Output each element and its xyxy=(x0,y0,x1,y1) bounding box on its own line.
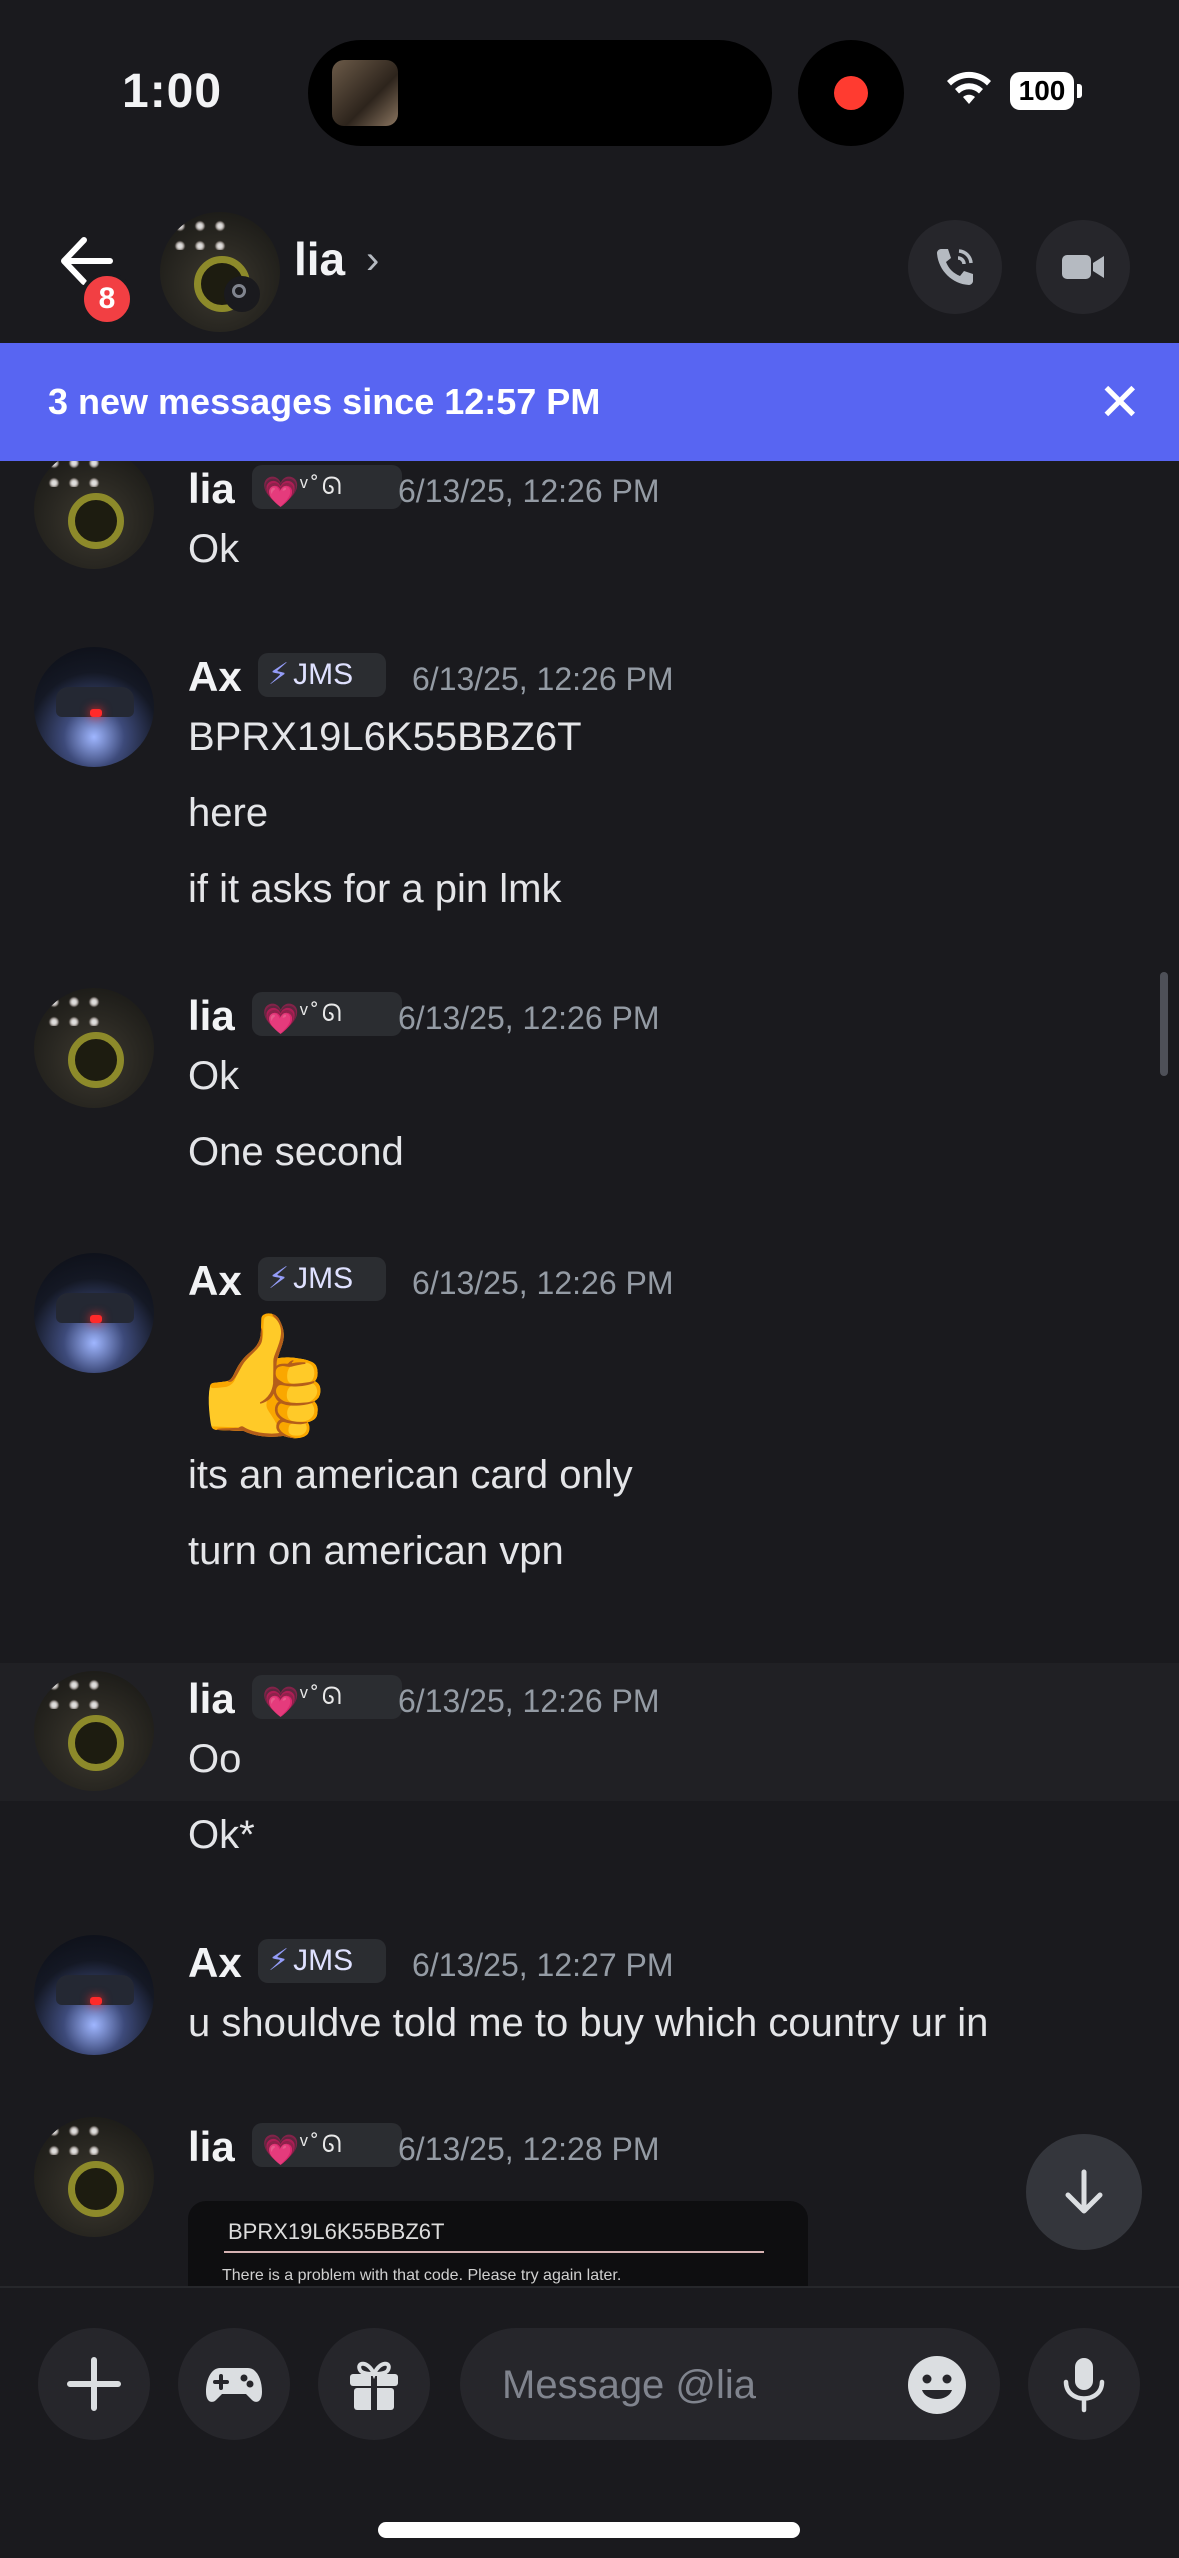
server-tag: 💗 ᵛ˚ᘏ xyxy=(252,2123,402,2167)
username[interactable]: Ax xyxy=(188,1257,242,1305)
unread-badge: 8 xyxy=(80,272,134,326)
phone-call-icon xyxy=(937,249,973,285)
avatar[interactable] xyxy=(34,647,154,767)
server-tag: 💗 ᵛ˚ᘏ xyxy=(252,1675,402,1719)
close-icon[interactable]: ✕ xyxy=(1098,373,1142,433)
gift-button[interactable] xyxy=(318,2328,430,2440)
tag-text: JMS xyxy=(293,658,354,691)
username[interactable]: Ax xyxy=(188,653,242,701)
timestamp: 6/13/25, 12:28 PM xyxy=(398,2131,660,2167)
jump-to-present-button[interactable] xyxy=(1026,2134,1142,2250)
tag-text: JMS xyxy=(293,1262,354,1295)
dm-header: 8 lia › xyxy=(0,190,1179,340)
tag-decoration: ᵛ˚ᘏ xyxy=(300,473,345,500)
message-text: Ok* xyxy=(188,1813,255,1857)
avatar[interactable] xyxy=(34,1253,154,1373)
now-playing-thumbnail xyxy=(332,60,398,126)
attachment-divider xyxy=(224,2251,764,2253)
video-call-button[interactable] xyxy=(1036,220,1130,314)
video-camera-icon xyxy=(1062,255,1104,279)
battery-indicator: 100 xyxy=(1010,72,1082,110)
server-tag: 💗 ᵛ˚ᘏ xyxy=(252,992,402,1036)
server-tag: 💗 ᵛ˚ᘏ xyxy=(252,465,402,509)
message-text: Ok xyxy=(188,1054,240,1098)
heart-icon: 💗 xyxy=(262,476,300,509)
bolt-icon: ⚡ xyxy=(268,1944,290,1977)
thumbs-up-emoji: 👍 xyxy=(188,1308,338,1442)
contact-avatar[interactable] xyxy=(160,212,280,332)
scrollbar[interactable] xyxy=(1160,972,1168,1076)
username[interactable]: lia xyxy=(188,1675,235,1723)
bolt-icon: ⚡ xyxy=(268,1262,290,1295)
gift-icon xyxy=(350,2361,398,2410)
tag-decoration: ᵛ˚ᘏ xyxy=(300,1000,345,1027)
timestamp: 6/13/25, 12:26 PM xyxy=(398,1000,660,1036)
username[interactable]: lia xyxy=(188,465,235,513)
message-text: One second xyxy=(188,1130,404,1174)
chevron-right-icon[interactable]: › xyxy=(366,238,379,283)
emoji-icon[interactable] xyxy=(906,2354,968,2416)
message-text: u shouldve told me to buy which country … xyxy=(188,2001,989,2045)
username[interactable]: lia xyxy=(188,2123,235,2171)
heart-icon: 💗 xyxy=(262,1686,300,1719)
attachment-error-text: There is a problem with that code. Pleas… xyxy=(222,2267,622,2284)
gamepad-icon xyxy=(206,2368,262,2402)
timestamp: 6/13/25, 12:27 PM xyxy=(412,1947,674,1983)
message-text: Oo xyxy=(188,1737,242,1781)
message-text: BPRX19L6K55BBZ6T xyxy=(188,715,582,759)
message-text: Ok xyxy=(188,527,240,571)
voice-message-button[interactable] xyxy=(1028,2328,1140,2440)
username[interactable]: Ax xyxy=(188,1939,242,1987)
server-tag: ⚡ JMS xyxy=(258,653,386,697)
message-text: here xyxy=(188,791,269,835)
offline-status-indicator xyxy=(224,276,260,312)
timestamp: 6/13/25, 12:26 PM xyxy=(412,661,674,697)
timestamp: 6/13/25, 12:26 PM xyxy=(412,1265,674,1301)
screen-recording-indicator xyxy=(798,40,904,146)
message-input-container[interactable] xyxy=(460,2328,1000,2440)
microphone-icon xyxy=(1063,2358,1105,2413)
heart-icon: 💗 xyxy=(262,1003,300,1036)
activities-button[interactable] xyxy=(178,2328,290,2440)
message-input[interactable] xyxy=(500,2352,884,2418)
avatar[interactable] xyxy=(34,1935,154,2055)
tag-text: JMS xyxy=(293,1944,354,1977)
plus-icon xyxy=(67,2357,121,2411)
avatar[interactable] xyxy=(34,988,154,1108)
attachment-code-text: BPRX19L6K55BBZ6T xyxy=(228,2219,445,2244)
new-messages-text: 3 new messages since 12:57 PM xyxy=(48,381,601,422)
arrow-down-icon xyxy=(1065,2169,1103,2214)
tag-decoration: ᵛ˚ᘏ xyxy=(300,2131,345,2158)
message-text: its an american card only xyxy=(188,1453,633,1497)
message-composer xyxy=(0,2286,1179,2558)
server-tag: ⚡ JMS xyxy=(258,1939,386,1983)
image-attachment[interactable]: BPRX19L6K55BBZ6T There is a problem with… xyxy=(188,2201,808,2286)
avatar[interactable] xyxy=(34,2117,154,2237)
dynamic-island xyxy=(308,40,772,146)
contact-name[interactable]: lia xyxy=(294,232,345,286)
avatar[interactable] xyxy=(34,1671,154,1791)
voice-call-button[interactable] xyxy=(908,220,1002,314)
wifi-icon xyxy=(947,71,991,104)
username[interactable]: lia xyxy=(188,992,235,1040)
bolt-icon: ⚡ xyxy=(268,658,290,691)
message-list[interactable]: lia 💗 ᵛ˚ᘏ 6/13/25, 12:26 PM Ok Ax ⚡ JMS 6… xyxy=(0,461,1179,2286)
server-tag: ⚡ JMS xyxy=(258,1257,386,1301)
timestamp: 6/13/25, 12:26 PM xyxy=(398,473,660,509)
avatar[interactable] xyxy=(34,461,154,569)
new-messages-banner[interactable]: 3 new messages since 12:57 PM ✕ xyxy=(0,343,1179,461)
timestamp: 6/13/25, 12:26 PM xyxy=(398,1683,660,1719)
status-time: 1:00 xyxy=(122,65,223,118)
home-indicator[interactable] xyxy=(378,2522,800,2538)
message-text: if it asks for a pin lmk xyxy=(188,867,562,911)
message-text: turn on american vpn xyxy=(188,1529,564,1573)
tag-decoration: ᵛ˚ᘏ xyxy=(300,1683,345,1710)
status-bar: 1:00 100 xyxy=(0,0,1179,190)
heart-icon: 💗 xyxy=(262,2134,300,2167)
attach-button[interactable] xyxy=(38,2328,150,2440)
